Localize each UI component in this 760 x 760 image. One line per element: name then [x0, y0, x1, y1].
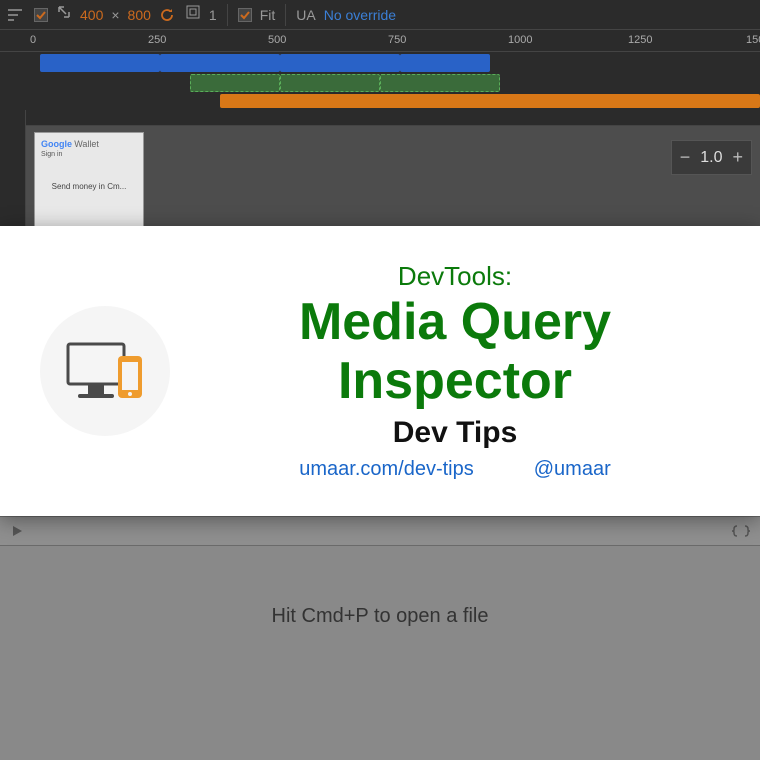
play-icon[interactable] [10, 524, 24, 538]
format-icon[interactable] [732, 524, 750, 538]
zoom-level: 1.0 [700, 149, 722, 167]
zoom-group: 1 [185, 4, 217, 25]
card-title-line2: Inspector [190, 353, 720, 410]
fit-checkbox[interactable] [238, 8, 252, 22]
preview-text: Send money in Cm... [41, 182, 137, 192]
dimension-x: × [111, 7, 119, 23]
title-card: DevTools: Media Query Inspector Dev Tips… [0, 226, 760, 516]
page-preview[interactable]: Google Wallet Sign in Send money in Cm..… [34, 132, 144, 232]
card-links: umaar.com/dev-tips @umaar [190, 458, 720, 481]
media-query-bar-max[interactable] [280, 54, 400, 72]
panel-toolbar [0, 516, 760, 546]
ruler-tick: 250 [148, 34, 166, 46]
hint-text: Hit Cmd+P to open a file [272, 605, 489, 628]
fit-group: Fit [238, 7, 276, 23]
resize-icon [56, 4, 72, 25]
ruler-tick: 750 [388, 34, 406, 46]
media-query-bar-max[interactable] [400, 54, 490, 72]
ruler-tick: 1000 [508, 34, 532, 46]
ua-group[interactable]: UA No override [296, 7, 396, 23]
site-link[interactable]: umaar.com/dev-tips [299, 458, 474, 481]
twitter-link[interactable]: @umaar [534, 458, 611, 481]
ruler-tick: 1250 [628, 34, 652, 46]
preview-signin: Sign in [41, 151, 137, 158]
device-toolbar: 400 × 800 1 Fit UA No override [0, 0, 760, 30]
ruler-tick: 1500 [746, 34, 760, 46]
preview-logo: Google Wallet [41, 139, 137, 149]
menu-icon[interactable] [8, 8, 24, 22]
card-subtitle: DevTools: [190, 261, 720, 292]
dimension-group: 400 × 800 [34, 4, 175, 25]
zoom-value[interactable]: 1 [209, 7, 217, 23]
fit-screen-icon[interactable] [185, 4, 201, 25]
media-query-bar-max[interactable] [40, 54, 160, 72]
ruler-tick: 500 [268, 34, 286, 46]
vertical-ruler [0, 110, 26, 240]
media-query-bar-max[interactable] [160, 54, 280, 72]
media-query-inspector [0, 52, 760, 110]
separator [285, 4, 286, 26]
sources-panel: Hit Cmd+P to open a file [0, 516, 760, 760]
dimensions-checkbox[interactable] [34, 8, 48, 22]
media-query-bar-range[interactable] [380, 74, 500, 92]
fit-label: Fit [260, 7, 276, 23]
width-value[interactable]: 400 [80, 7, 103, 23]
card-devtips: Dev Tips [190, 416, 720, 450]
zoom-in-button[interactable]: + [732, 147, 743, 168]
separator [227, 4, 228, 26]
zoom-out-button[interactable]: − [680, 147, 691, 168]
media-query-bar-min[interactable] [220, 94, 760, 108]
reload-icon[interactable] [159, 7, 175, 23]
responsive-icon [40, 306, 170, 436]
zoom-control: − 1.0 + [671, 140, 752, 175]
media-query-bar-range[interactable] [280, 74, 380, 92]
ruler-tick: 0 [30, 34, 36, 46]
height-value[interactable]: 800 [128, 7, 151, 23]
empty-state: Hit Cmd+P to open a file [0, 546, 760, 686]
viewport-horizontal-ruler [26, 110, 760, 126]
ua-label: UA [296, 7, 315, 23]
device-viewport: Google Wallet Sign in Send money in Cm..… [0, 110, 760, 240]
ua-value: No override [324, 7, 396, 23]
card-text: DevTools: Media Query Inspector Dev Tips… [190, 261, 720, 481]
horizontal-ruler: 0 250 500 750 1000 1250 1500 [0, 30, 760, 52]
card-title-line1: Media Query [190, 294, 720, 351]
media-query-bar-range[interactable] [190, 74, 280, 92]
